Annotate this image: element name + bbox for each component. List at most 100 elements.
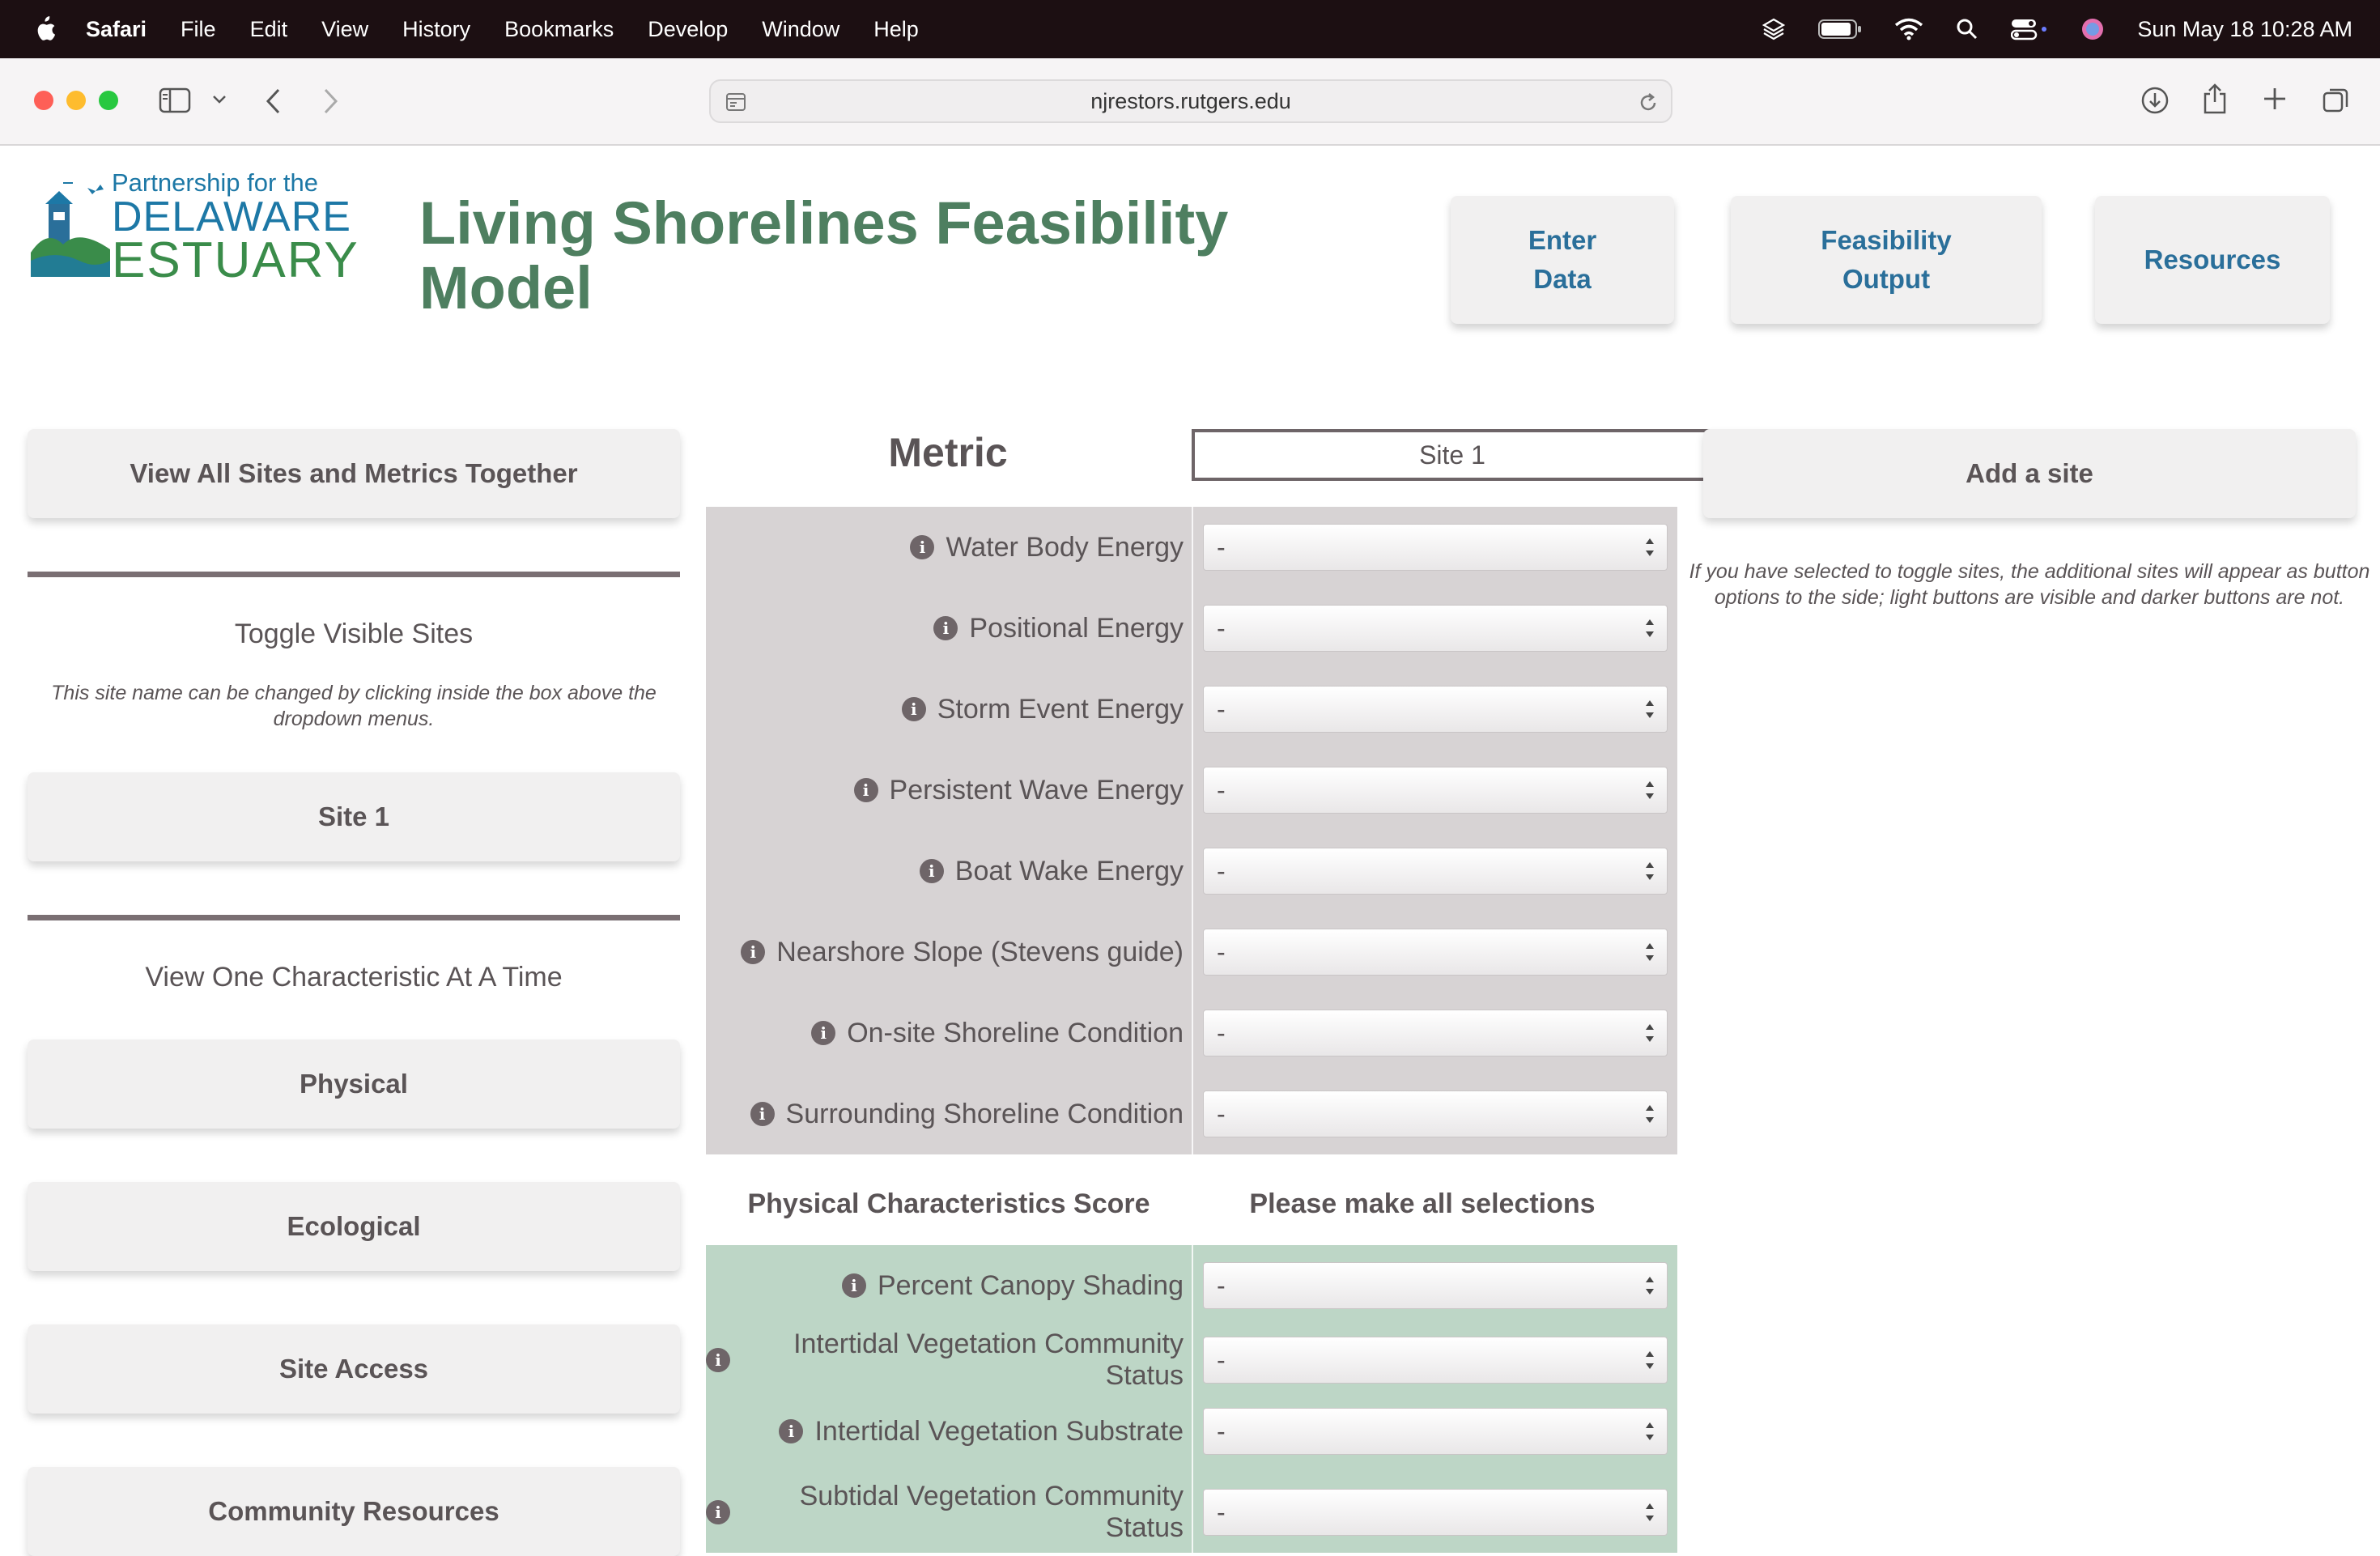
metric-dropdown-persistent-wave-energy[interactable]: - [1203,767,1668,814]
site-rename-note: This site name can be changed by clickin… [51,682,657,730]
share-icon[interactable] [2202,83,2228,115]
metric-label: i On-site Shoreline Condition [706,1009,1184,1057]
menu-edit[interactable]: Edit [250,17,288,42]
page-content: Partnership for the DELAWARE ESTUARY Liv… [0,146,2380,1556]
view-all-sites-button[interactable]: View All Sites and Metrics Together [28,429,680,518]
menu-file[interactable]: File [181,17,216,42]
menu-history[interactable]: History [402,17,470,42]
metric-dropdown-water-body-energy[interactable]: - [1203,524,1668,571]
site-access-button[interactable]: Site Access [28,1324,680,1414]
metric-dropdown-intertidal-vegetation-substrate[interactable]: - [1203,1408,1668,1455]
metric-label: i Surrounding Shoreline Condition [706,1090,1184,1138]
metric-dropdown-subtidal-vegetation-community-status[interactable]: - [1203,1489,1668,1536]
select-arrows-icon [1646,1422,1654,1440]
siri-icon[interactable] [2080,17,2105,41]
physical-button[interactable]: Physical [28,1039,680,1129]
site-1-toggle-button[interactable]: Site 1 [28,772,680,861]
info-icon[interactable]: i [741,940,766,964]
metric-label: i Positional Energy [706,604,1184,653]
metric-label-text: Storm Event Energy [937,693,1184,725]
tab-overview-icon[interactable] [2322,86,2351,115]
nav-feasibility-output-button[interactable]: Feasibility Output [1731,196,2042,324]
metric-row-storm-event-energy: i Storm Event Energy - [706,685,1677,733]
menubar-status-area: Sun May 18 10:28 AM [1762,0,2352,58]
spotlight-search-icon[interactable] [1956,18,1978,40]
toggle-sites-note: If you have selected to toggle sites, th… [1689,560,2370,609]
dropdown-value: - [1217,613,1226,643]
control-center-icon[interactable] [2011,18,2048,40]
address-bar[interactable]: njrestors.rutgers.edu [709,79,1672,123]
metric-row-intertidal-vegetation-community-status: i Intertidal Vegetation Community Status - [706,1320,1677,1401]
menu-window[interactable]: Window [762,17,839,42]
page-settings-icon[interactable] [725,91,746,113]
dropdown-value: - [1217,532,1226,562]
url-text[interactable]: njrestors.rutgers.edu [1090,89,1291,114]
metric-dropdown-storm-event-energy[interactable]: - [1203,686,1668,733]
site-name-input[interactable]: Site 1 [1192,429,1710,481]
window-maximize-button[interactable] [99,91,118,110]
info-icon[interactable]: i [750,1102,775,1126]
wifi-icon[interactable] [1894,18,1923,40]
dropdown-value: - [1217,1345,1226,1375]
window-close-button[interactable] [34,91,53,110]
metric-label-text: Subtidal Vegetation Community Status [799,1481,1184,1543]
apple-icon[interactable] [32,15,57,43]
info-icon[interactable]: i [779,1419,804,1443]
metric-dropdown-on-site-shoreline-condition[interactable]: - [1203,1010,1668,1056]
select-arrows-icon [1646,943,1654,961]
info-icon[interactable]: i [706,1348,730,1372]
battery-icon[interactable] [1818,19,1862,40]
info-icon[interactable]: i [919,859,944,883]
menu-help[interactable]: Help [873,17,919,42]
metric-label: i Water Body Energy [706,523,1184,572]
community-resources-button[interactable]: Community Resources [28,1467,680,1556]
metric-label-text: Persistent Wave Energy [889,774,1184,806]
menubar-clock[interactable]: Sun May 18 10:28 AM [2137,17,2352,42]
select-arrows-icon [1646,1503,1654,1521]
menu-develop[interactable]: Develop [648,17,728,42]
window-minimize-button[interactable] [66,91,86,110]
info-icon[interactable]: i [811,1021,836,1045]
metric-dropdown-intertidal-vegetation-community-status[interactable]: - [1203,1337,1668,1384]
info-icon[interactable]: i [933,616,958,640]
back-arrow-icon[interactable] [264,87,282,115]
select-arrows-icon [1646,1105,1654,1123]
nav-enter-data-button[interactable]: Enter Data [1451,196,1674,324]
sidebar-toggle-icon[interactable] [159,87,191,113]
info-icon[interactable]: i [901,697,926,721]
info-icon[interactable]: i [910,535,935,559]
nav-resources-button[interactable]: Resources [2095,196,2330,324]
select-arrows-icon [1646,700,1654,718]
select-arrows-icon [1646,862,1654,880]
metric-row-surrounding-shoreline-condition: i Surrounding Shoreline Condition - [706,1090,1677,1138]
metric-label-text: Boat Wake Energy [954,855,1184,886]
chevron-down-icon[interactable] [212,94,227,105]
info-icon[interactable]: i [853,778,878,802]
add-site-button[interactable]: Add a site [1703,429,2356,518]
ecological-button[interactable]: Ecological [28,1182,680,1271]
dropdown-value: - [1217,1270,1226,1300]
menu-bookmarks[interactable]: Bookmarks [504,17,614,42]
info-icon[interactable]: i [841,1273,866,1298]
dropdown-value: - [1217,856,1226,886]
metric-row-subtidal-vegetation-community-status: i Subtidal Vegetation Community Status - [706,1472,1677,1553]
metric-dropdown-surrounding-shoreline-condition[interactable]: - [1203,1090,1668,1137]
downloads-icon[interactable] [2140,86,2170,115]
metric-dropdown-percent-canopy-shading[interactable]: - [1203,1262,1668,1309]
new-tab-icon[interactable] [2262,86,2288,112]
metric-dropdown-positional-energy[interactable]: - [1203,605,1668,652]
reload-icon[interactable] [1637,91,1660,114]
metric-row-on-site-shoreline-condition: i On-site Shoreline Condition - [706,1009,1677,1057]
delaware-estuary-logo[interactable]: Partnership for the DELAWARE ESTUARY [31,168,358,288]
metric-dropdown-nearshore-slope-stevens-guide[interactable]: - [1203,929,1668,976]
info-icon[interactable]: i [706,1500,730,1524]
layers-icon[interactable] [1762,17,1786,41]
menu-app-name[interactable]: Safari [86,17,147,42]
forward-arrow-icon[interactable] [322,87,340,115]
metric-label: i Boat Wake Energy [706,847,1184,895]
menu-view[interactable]: View [321,17,368,42]
dropdown-value: - [1217,1497,1226,1527]
dropdown-value: - [1217,1018,1226,1048]
metric-dropdown-boat-wake-energy[interactable]: - [1203,848,1668,895]
page-title: Living Shorelines Feasibility Model [419,189,1229,321]
